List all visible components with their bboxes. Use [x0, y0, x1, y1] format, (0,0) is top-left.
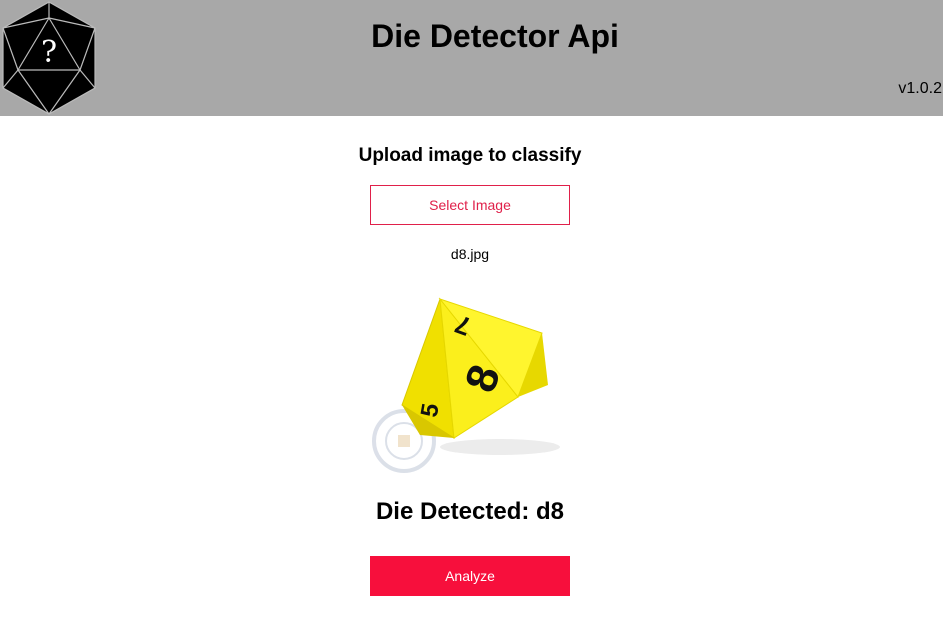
analyze-button[interactable]: Analyze [370, 556, 570, 596]
upload-heading: Upload image to classify [358, 145, 582, 166]
detection-result: Die Detected: d8 [375, 498, 565, 525]
uploaded-image-preview: 7 8 5 [372, 297, 560, 473]
select-image-button[interactable]: Select Image [370, 185, 570, 225]
app-title: Die Detector Api [371, 18, 619, 54]
d8-die-image: 7 8 5 [401, 297, 548, 439]
version-label: v1.0.2 [898, 80, 942, 97]
app-header: ? Die Detector Api v1.0.2 [0, 0, 943, 116]
selected-file-name: d8.jpg [450, 246, 490, 262]
